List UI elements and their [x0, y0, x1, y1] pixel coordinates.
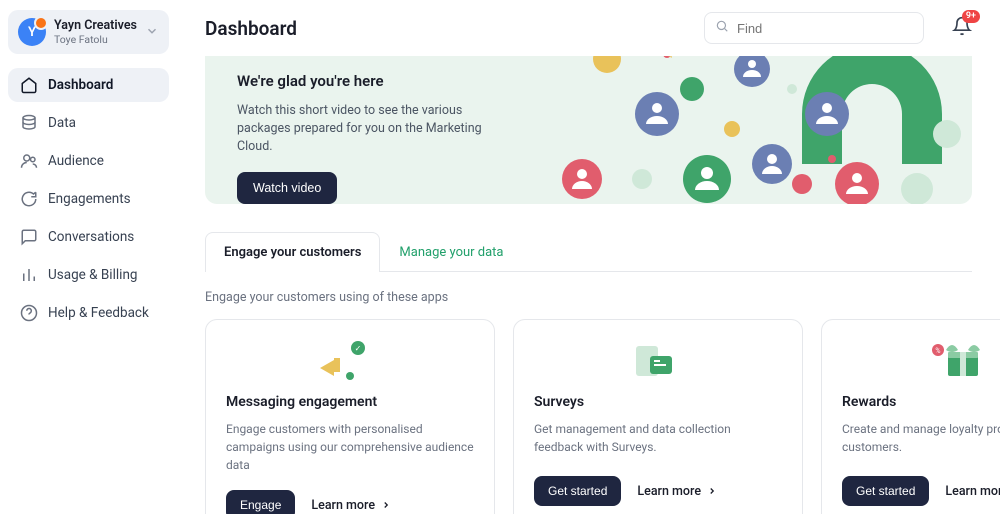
- chat-icon: [20, 228, 38, 246]
- sidebar-item-billing[interactable]: Usage & Billing: [8, 258, 169, 292]
- sidebar-item-help[interactable]: Help & Feedback: [8, 296, 169, 330]
- svg-text:✓: ✓: [355, 344, 362, 353]
- avatar: Y: [18, 18, 46, 46]
- search-input-wrapper[interactable]: [704, 12, 924, 44]
- megaphone-icon: ✓: [226, 338, 474, 382]
- svg-text:%: %: [935, 347, 940, 355]
- engagement-icon: [20, 190, 38, 208]
- learn-more-label: Learn more: [637, 484, 701, 499]
- sidebar-item-data[interactable]: Data: [8, 106, 169, 140]
- hero-illustration: [492, 56, 972, 204]
- sidebar-item-audience[interactable]: Audience: [8, 144, 169, 178]
- chevron-down-icon: [145, 23, 159, 42]
- card-title: Rewards: [842, 394, 1000, 410]
- sidebar: Y Yayn Creatives Toye Fatolu Dashboard D…: [0, 0, 177, 514]
- hero-banner: We're glad you're here Watch this short …: [205, 56, 972, 204]
- help-icon: [20, 304, 38, 322]
- card-messaging: ✓ Messaging engagement Engage customers …: [205, 319, 495, 514]
- chevron-right-icon: [381, 500, 391, 510]
- users-icon: [20, 152, 38, 170]
- card-subtitle: Get management and data collection feedb…: [534, 420, 782, 460]
- sidebar-item-engagements[interactable]: Engagements: [8, 182, 169, 216]
- tab-description: Engage your customers using of these app…: [205, 290, 972, 305]
- chevron-right-icon: [707, 486, 717, 496]
- sidebar-item-label: Engagements: [48, 191, 131, 207]
- tabs: Engage your customers Manage your data: [205, 232, 972, 272]
- sidebar-item-conversations[interactable]: Conversations: [8, 220, 169, 254]
- learn-more-link[interactable]: Learn more: [637, 484, 717, 499]
- card-subtitle: Create and manage loyalty programs for c…: [842, 420, 1000, 460]
- page-title: Dashboard: [205, 17, 297, 40]
- learn-more-link[interactable]: Learn more: [311, 498, 391, 513]
- sidebar-item-label: Dashboard: [48, 77, 113, 93]
- database-icon: [20, 114, 38, 132]
- card-title: Messaging engagement: [226, 394, 474, 410]
- sidebar-item-label: Usage & Billing: [48, 267, 137, 283]
- sidebar-item-label: Help & Feedback: [48, 305, 149, 321]
- watch-video-button[interactable]: Watch video: [237, 172, 337, 204]
- get-started-button[interactable]: Get started: [534, 476, 621, 506]
- engage-button[interactable]: Engage: [226, 490, 295, 514]
- cards-row: ✓ Messaging engagement Engage customers …: [205, 319, 972, 514]
- main: Dashboard 9+ We're glad you're here Watc…: [177, 0, 1000, 514]
- topbar: Dashboard 9+: [177, 0, 1000, 56]
- card-rewards: % Rewards Create and manage loyalty prog…: [821, 319, 1000, 514]
- notifications-button[interactable]: 9+: [952, 16, 972, 40]
- learn-more-label: Learn more: [311, 498, 375, 513]
- gift-icon: %: [842, 338, 1000, 382]
- sidebar-item-dashboard[interactable]: Dashboard: [8, 68, 169, 102]
- learn-more-label: Learn more: [945, 484, 1000, 499]
- card-title: Surveys: [534, 394, 782, 410]
- org-selector[interactable]: Y Yayn Creatives Toye Fatolu: [8, 10, 169, 54]
- org-name: Yayn Creatives: [54, 18, 145, 33]
- chart-icon: [20, 266, 38, 284]
- sidebar-item-label: Data: [48, 115, 76, 131]
- search-input[interactable]: [737, 21, 913, 36]
- home-icon: [20, 76, 38, 94]
- tab-engage[interactable]: Engage your customers: [205, 232, 380, 272]
- sidebar-item-label: Audience: [48, 153, 104, 169]
- survey-icon: [534, 338, 782, 382]
- get-started-button[interactable]: Get started: [842, 476, 929, 506]
- card-subtitle: Engage customers with personalised campa…: [226, 420, 474, 474]
- org-user: Toye Fatolu: [54, 33, 145, 46]
- learn-more-link[interactable]: Learn more: [945, 484, 1000, 499]
- card-surveys: Surveys Get management and data collecti…: [513, 319, 803, 514]
- tab-manage-data[interactable]: Manage your data: [380, 232, 522, 272]
- sidebar-item-label: Conversations: [48, 229, 134, 245]
- hero-subtitle: Watch this short video to see the variou…: [237, 102, 487, 156]
- notification-badge: 9+: [962, 10, 980, 23]
- search-icon: [715, 19, 729, 37]
